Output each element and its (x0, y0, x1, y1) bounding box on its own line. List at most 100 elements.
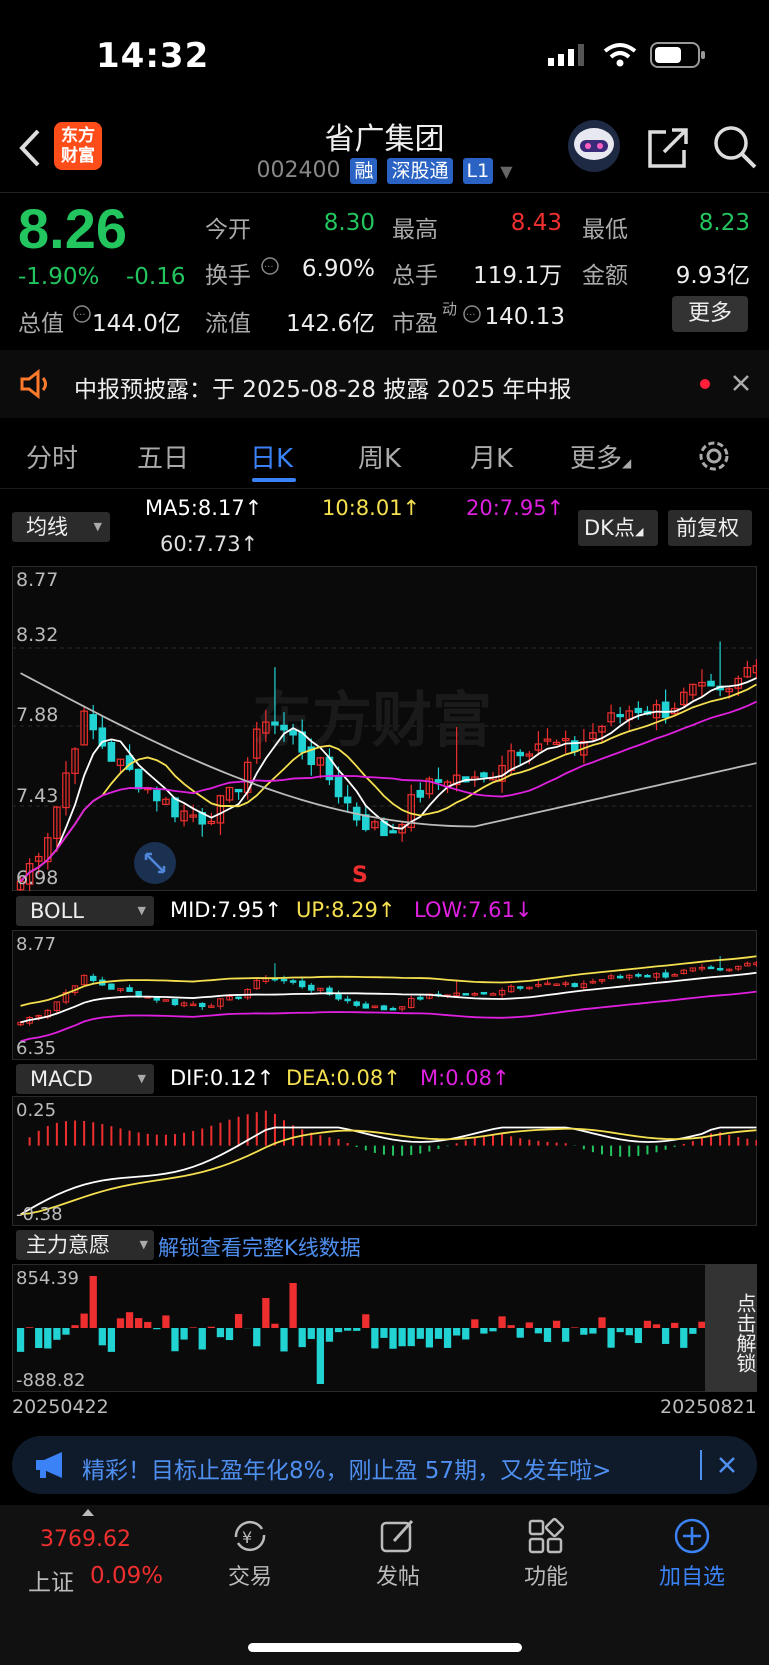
bottom-nav: 3769.62 上证 0.09% ¥ 交易 发帖 功能 加自选 (0, 1505, 769, 1665)
indicator-select-zhuli-label: 主力意愿 (26, 1233, 110, 1257)
low-value: 8.23 (698, 210, 750, 236)
amount-value: 9.93亿 (675, 263, 750, 289)
tab-intraday[interactable]: 分时 (26, 438, 78, 475)
stock-code: 002400 (256, 158, 341, 183)
tab-more[interactable]: 更多◢ (570, 438, 631, 475)
promo-close-icon[interactable] (718, 1456, 736, 1474)
ma5-value: MA5:8.17↑ (145, 496, 263, 520)
nav-post[interactable]: 发帖 (358, 1517, 438, 1591)
search-icon[interactable] (712, 124, 758, 170)
period-tabs: 分时 五日 日K 周K 月K 更多◢ (0, 428, 769, 488)
signal-icon (548, 44, 584, 66)
robot-assistant-icon[interactable] (564, 118, 624, 174)
nav-trade[interactable]: ¥ 交易 (210, 1517, 290, 1591)
add-circle-icon (674, 1518, 710, 1554)
high-label: 最高 (392, 217, 438, 243)
info-icon[interactable]: ··· (462, 304, 482, 324)
dk-point-label: DK点 (584, 516, 635, 540)
unlock-side-button[interactable]: 点击解锁 (705, 1264, 757, 1392)
boll-axis-top: 8.77 (16, 934, 56, 955)
tab-monthly-k[interactable]: 月K (470, 438, 513, 475)
turnover-label: 换手 (205, 263, 251, 289)
expand-icon[interactable] (134, 842, 176, 884)
indicator-select-zhuli[interactable]: 主力意愿 ▼ (16, 1230, 154, 1260)
macd-dea: DEA:0.08↑ (286, 1066, 401, 1090)
mcap-value: 144.0亿 (92, 311, 181, 337)
zhuli-chart[interactable]: 854.39 -888.82 (12, 1264, 757, 1392)
turnover-value: 6.90% (301, 256, 375, 282)
axis-label-2: 8.32 (16, 624, 58, 646)
boll-low: LOW:7.61↓ (414, 898, 533, 922)
open-value: 8.30 (323, 210, 375, 236)
nav-post-label: 发帖 (375, 1565, 420, 1590)
indicator-select-macd[interactable]: MACD ▼ (16, 1064, 154, 1094)
change-percent: -1.90% (18, 264, 100, 290)
float-label: 流值 (205, 311, 251, 337)
more-button[interactable]: 更多 (672, 296, 748, 332)
pe-dynamic-label: 动 (442, 300, 458, 318)
indicator-select-boll[interactable]: BOLL ▼ (16, 896, 154, 926)
status-bar: 14:32 (0, 0, 769, 110)
svg-text:¥: ¥ (242, 1528, 252, 1547)
indicator-select-boll-label: BOLL (30, 899, 84, 923)
axis-label-bottom: 6.98 (16, 867, 58, 889)
index-change: 0.09% (90, 1563, 164, 1589)
grid-apps-icon (528, 1517, 565, 1554)
boll-mid: MID:7.95↑ (170, 898, 282, 922)
indicator-select-ma[interactable]: 均线 ▼ (12, 512, 110, 542)
tab-weekly-k[interactable]: 周K (358, 438, 401, 475)
date-start: 20250422 (12, 1396, 109, 1418)
promo-divider (700, 1450, 702, 1480)
zhuli-axis-bottom: -888.82 (16, 1370, 85, 1391)
boll-axis-bottom: 6.35 (16, 1038, 56, 1059)
volume-value: 119.1万 (473, 263, 562, 289)
change-amount: -0.16 (126, 264, 186, 290)
ma20-value: 20:7.95↑ (466, 496, 565, 520)
info-icon[interactable]: ··· (260, 256, 280, 276)
macd-axis-top: 0.25 (16, 1100, 56, 1121)
axis-label-4: 7.43 (16, 785, 58, 807)
speaker-icon (20, 368, 47, 400)
kline-chart[interactable]: 东方财富 8.77 8.32 7.88 7.43 6.98 S (12, 566, 757, 891)
yuan-exchange-icon: ¥ (234, 1520, 266, 1552)
date-end: 20250821 (660, 1396, 757, 1418)
edit-icon (380, 1519, 414, 1553)
nav-add-watchlist[interactable]: 加自选 (652, 1517, 732, 1591)
info-icon[interactable]: ··· (72, 304, 92, 324)
unread-dot (700, 379, 710, 389)
tab-daily-k[interactable]: 日K (250, 438, 293, 475)
open-label: 今开 (205, 217, 251, 243)
volume-label: 总手 (392, 263, 438, 289)
watermark: 东方财富 (252, 686, 492, 756)
adjust-button[interactable]: 前复权 (668, 510, 752, 546)
index-name: 上证 (28, 1570, 74, 1596)
nav-function[interactable]: 功能 (506, 1517, 586, 1591)
macd-axis-bottom: -0.38 (16, 1204, 63, 1225)
indicator-select-ma-label: 均线 (26, 515, 68, 539)
macd-chart[interactable]: 0.25 -0.38 (12, 1096, 757, 1226)
share-icon[interactable] (646, 126, 690, 170)
current-price: 8.26 (18, 197, 127, 260)
close-icon[interactable] (732, 374, 750, 392)
promo-banner[interactable]: 精彩！目标止盈年化8%，刚止盈 57期，又发车啦> (12, 1436, 757, 1494)
promo-text: 精彩！目标止盈年化8%，刚止盈 57期，又发车啦> (82, 1458, 612, 1484)
battery-icon (650, 42, 705, 68)
boll-chart[interactable]: 8.77 6.35 (12, 930, 757, 1060)
unlock-kline-link[interactable]: 解锁查看完整K线数据 (158, 1232, 361, 1262)
axis-label-top: 8.77 (16, 569, 58, 591)
notice-bar[interactable]: 中报预披露：于 2025-08-28 披露 2025 年中报 (0, 350, 769, 418)
sell-marker: S (352, 863, 368, 888)
dk-point-button[interactable]: DK点◢ (578, 510, 658, 546)
home-indicator (248, 1643, 522, 1652)
svg-text:···: ··· (466, 310, 476, 321)
ma10-value: 10:8.01↑ (322, 496, 421, 520)
megaphone-icon (36, 1452, 62, 1478)
wifi-icon (603, 43, 637, 67)
nav-add-watchlist-label: 加自选 (658, 1565, 725, 1590)
svg-text:···: ··· (76, 310, 86, 321)
expand-arrow-icon[interactable] (82, 1509, 94, 1516)
notice-text: 中报预披露：于 2025-08-28 披露 2025 年中报 (74, 377, 572, 403)
tab-five-day[interactable]: 五日 (137, 438, 189, 475)
active-tab-indicator (252, 478, 296, 482)
settings-gear-icon[interactable] (696, 438, 732, 474)
